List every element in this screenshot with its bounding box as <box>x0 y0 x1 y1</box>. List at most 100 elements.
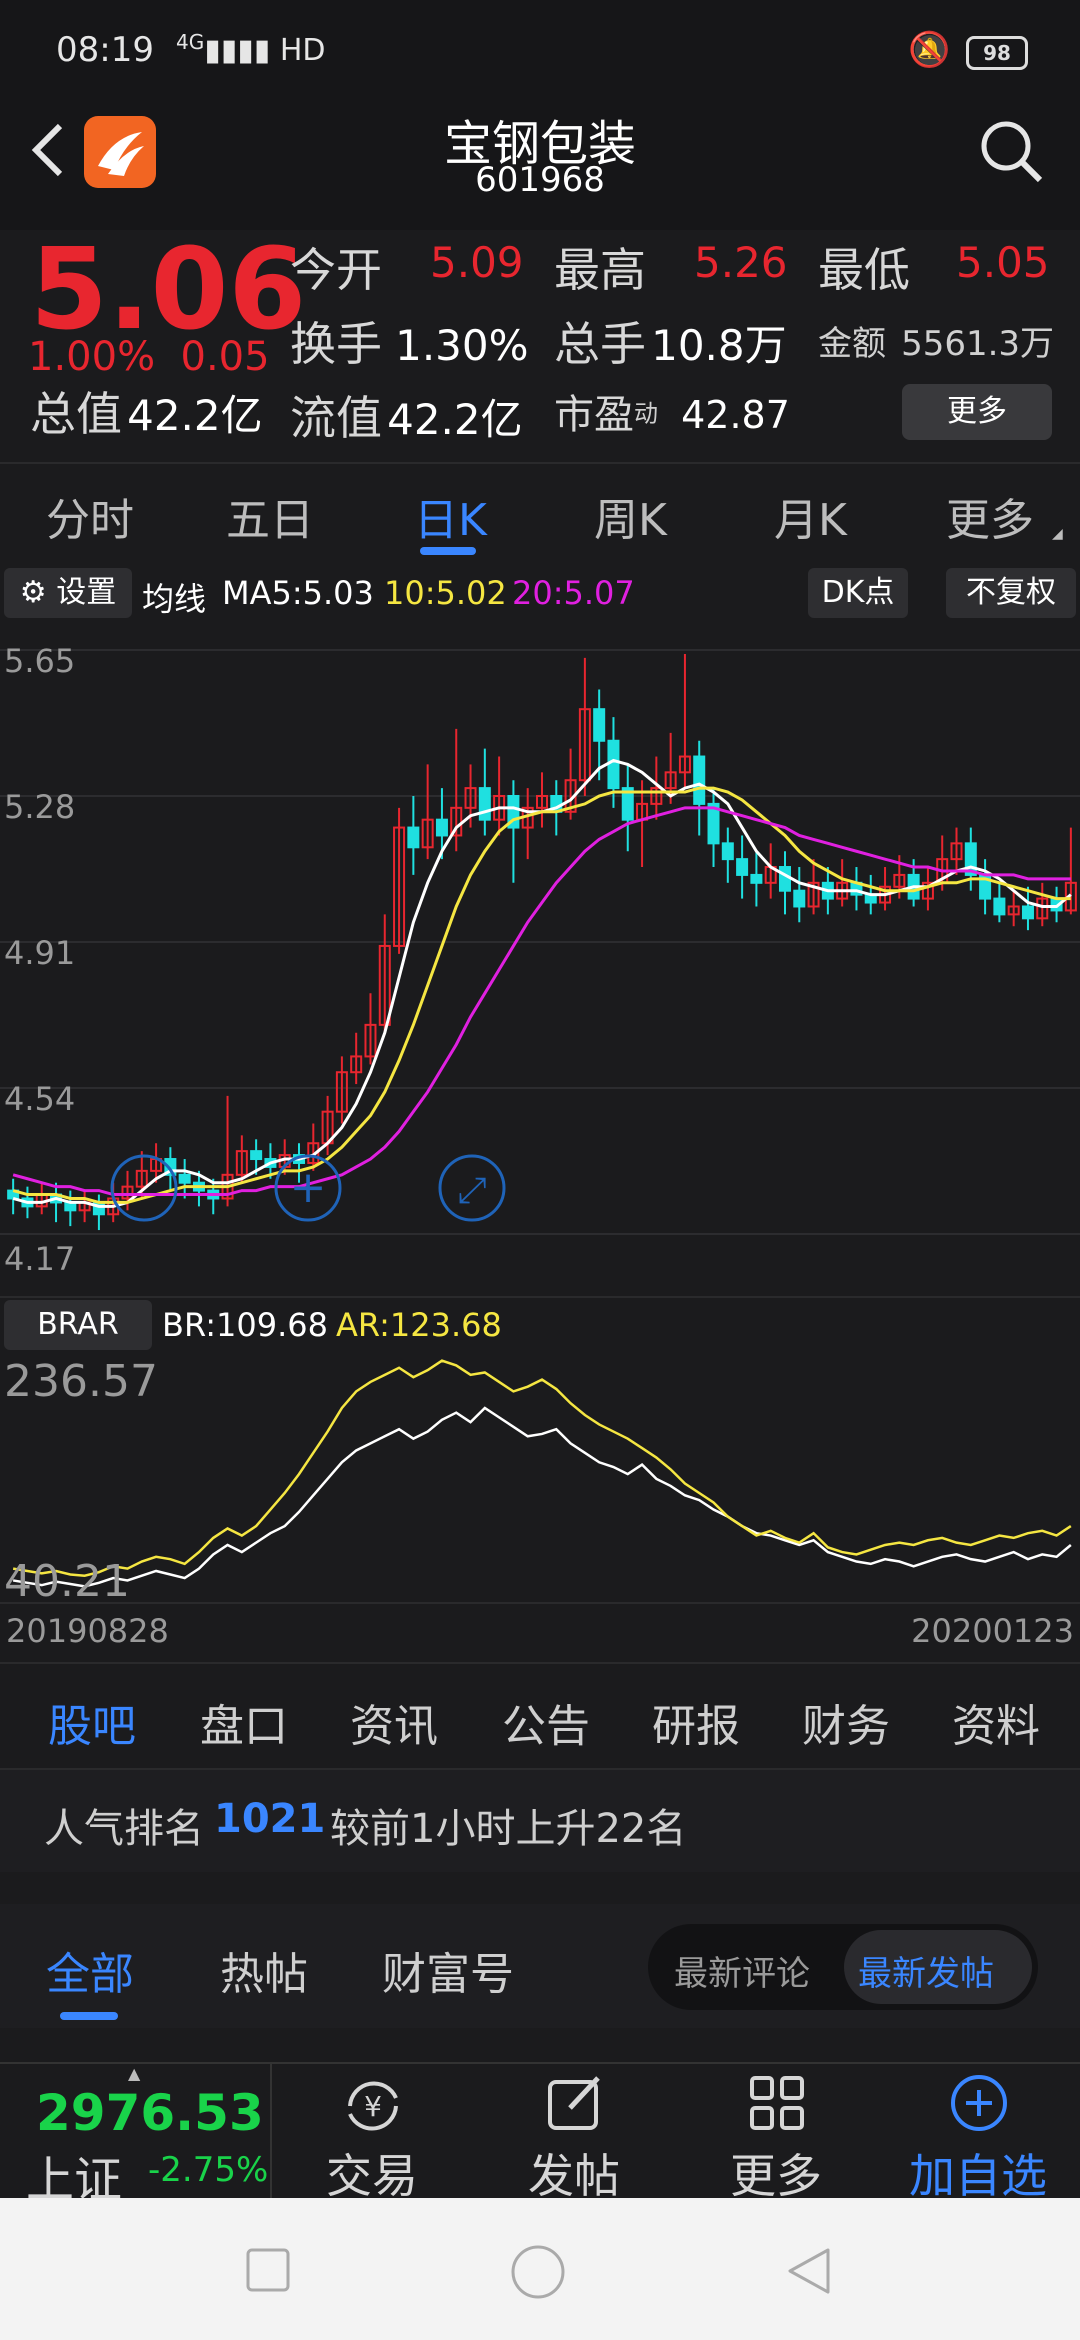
amount-value: 5561.3万 <box>901 324 1055 364</box>
post-filter-tabs: 全部 热帖 财富号 最新评论 最新发帖 <box>0 1904 1080 2028</box>
y-tick-label: 5.28 <box>4 788 75 826</box>
system-nav-bar <box>0 2198 1080 2340</box>
tab-forum[interactable]: 股吧 <box>48 1690 136 1754</box>
volume-field: 总手 10.8万 <box>554 308 787 374</box>
ar-value: AR:123.68 <box>336 1306 502 1344</box>
candle-body <box>993 897 1006 916</box>
amount-label: 金额 <box>818 324 886 364</box>
tab-intraday[interactable]: 分时 <box>46 484 134 548</box>
expand-icon: ⤢ <box>458 1170 487 1211</box>
market-cap: 总值 42.2亿 <box>30 378 263 444</box>
sort-latest-comment[interactable]: 最新评论 <box>674 1946 810 1995</box>
candle-body <box>178 1173 191 1184</box>
tab-profile[interactable]: 资料 <box>952 1690 1040 1754</box>
change-percent: 1.00% <box>28 334 156 380</box>
rank-suffix: 较前1小时上升22名 <box>330 1806 687 1852</box>
candle-body <box>736 858 749 876</box>
tab-wealth[interactable]: 财富号 <box>382 1938 514 2002</box>
change-amount: 0.05 <box>180 334 270 380</box>
y-tick-label: 5.65 <box>4 642 75 680</box>
settings-label: 设置 <box>56 575 117 610</box>
tab-finance[interactable]: 财务 <box>802 1690 890 1754</box>
high-value: 5.26 <box>694 238 788 287</box>
low-value: 5.05 <box>956 238 1050 287</box>
home-button[interactable] <box>510 2244 566 2300</box>
add-watchlist-button[interactable]: 加自选 <box>878 2064 1078 2203</box>
no-adjust-button[interactable]: 不复权 <box>946 568 1076 618</box>
settings-button[interactable]: ⚙ 设置 <box>4 568 132 618</box>
trade-button[interactable]: ¥ 交易 <box>272 2064 472 2203</box>
volume-value: 10.8万 <box>651 321 787 370</box>
popularity-rank[interactable]: 人气排名 1021 较前1小时上升22名 <box>0 1768 1080 1872</box>
more-quote-button[interactable]: 更多 <box>902 384 1052 440</box>
candle-body <box>693 755 706 805</box>
ma-line-ma10 <box>12 786 1071 1204</box>
tab-weekly-k[interactable]: 周K <box>594 484 667 548</box>
indicator-select-button[interactable]: BRAR <box>4 1300 152 1350</box>
tab-news[interactable]: 资讯 <box>350 1690 438 1754</box>
y-tick-label: 40.21 <box>4 1556 130 1602</box>
sort-latest-post-label: 最新发帖 <box>858 1954 994 1994</box>
y-tick-label: 236.57 <box>4 1356 158 1407</box>
tab-announcements[interactable]: 公告 <box>502 1690 590 1754</box>
yuan-refresh-icon: ¥ <box>348 2081 398 2131</box>
candle-body <box>607 739 620 790</box>
tab-daily-k[interactable]: 日K <box>414 484 487 548</box>
tab-more-periods[interactable]: 更多 <box>946 484 1034 548</box>
tab-research[interactable]: 研报 <box>652 1690 740 1754</box>
back-button[interactable] <box>28 120 88 190</box>
signal-icon: ▮▮▮▮ <box>204 33 271 68</box>
trade-label: 交易 <box>326 2149 418 2203</box>
back-icon <box>31 123 63 177</box>
search-button[interactable] <box>978 118 1044 184</box>
ma-bar: ⚙ 设置 均线 MA5:5.03 10:5.02 20:5.07 DK点 不复权 <box>0 562 1080 624</box>
candle-body <box>478 787 491 821</box>
hd-indicator: HD <box>279 33 326 68</box>
index-change: -2.75% <box>148 2150 269 2190</box>
edit-icon <box>548 2076 600 2130</box>
header: 宝钢包装 601968 <box>0 100 1080 230</box>
recent-apps-button[interactable] <box>246 2248 290 2292</box>
more-label: 更多 <box>730 2149 822 2203</box>
open-label: 今开 <box>290 243 382 297</box>
post-label: 发帖 <box>528 2149 620 2203</box>
bottom-bar: ▲ 2976.53 上证 -2.75% ¥ 交易 发帖 更多 加自选 <box>0 2062 1080 2208</box>
stock-code: 601968 <box>475 160 605 200</box>
add-watchlist-label: 加自选 <box>909 2149 1047 2203</box>
y-tick-label: 4.54 <box>4 1080 75 1118</box>
network-indicator: 4G▮▮▮▮ HD <box>176 30 326 68</box>
back-nav-button[interactable] <box>784 2246 832 2296</box>
current-price: 5.06 <box>30 225 307 355</box>
pe-sup: 动 <box>634 399 658 428</box>
open-field: 今开 <box>290 234 382 300</box>
candlestick-chart[interactable]: 5.65 5.28 4.91 4.54 4.17 + ⤢ <box>0 624 1080 1294</box>
dk-point-button[interactable]: DK点 <box>808 568 908 618</box>
sort-latest-post[interactable]: 最新发帖 <box>844 1930 1032 2004</box>
period-tabs: 分时 五日 日K 周K 月K 更多 ◢ <box>0 462 1080 566</box>
tab-five-day[interactable]: 五日 <box>226 484 314 548</box>
mute-icon: 🔕 <box>908 30 951 70</box>
more-button[interactable]: 更多 <box>676 2064 876 2203</box>
candle-body <box>721 842 734 861</box>
open-value: 5.09 <box>430 238 524 287</box>
float-label: 流值 <box>290 391 382 445</box>
turnover-value: 1.30% <box>395 321 529 370</box>
chart-expand-button[interactable]: ⤢ <box>438 1154 506 1222</box>
brar-chart[interactable]: 236.57 40.21 <box>0 1352 1080 1602</box>
tab-monthly-k[interactable]: 月K <box>774 484 847 548</box>
price-change: 1.00% 0.05 <box>28 334 270 380</box>
tab-hot[interactable]: 热帖 <box>220 1938 308 2002</box>
br-value: BR:109.68 <box>162 1306 328 1344</box>
post-button[interactable]: 发帖 <box>474 2064 674 2203</box>
mcap-label: 总值 <box>30 387 122 441</box>
tab-all[interactable]: 全部 <box>46 1938 134 2002</box>
mcap-value: 42.2亿 <box>127 391 263 440</box>
float-value: 42.2亿 <box>387 395 523 444</box>
index-ticker[interactable]: ▲ 2976.53 上证 -2.75% <box>0 2064 272 2208</box>
tab-orderbook[interactable]: 盘口 <box>200 1690 288 1754</box>
y-tick-label: 4.17 <box>4 1240 75 1278</box>
brar-bar: BRAR BR:109.68 AR:123.68 <box>0 1296 1080 1354</box>
up-arrow-icon: ▲ <box>128 2064 141 2083</box>
float-field: 流值 42.2亿 <box>290 382 523 448</box>
active-tab-indicator <box>420 547 476 555</box>
